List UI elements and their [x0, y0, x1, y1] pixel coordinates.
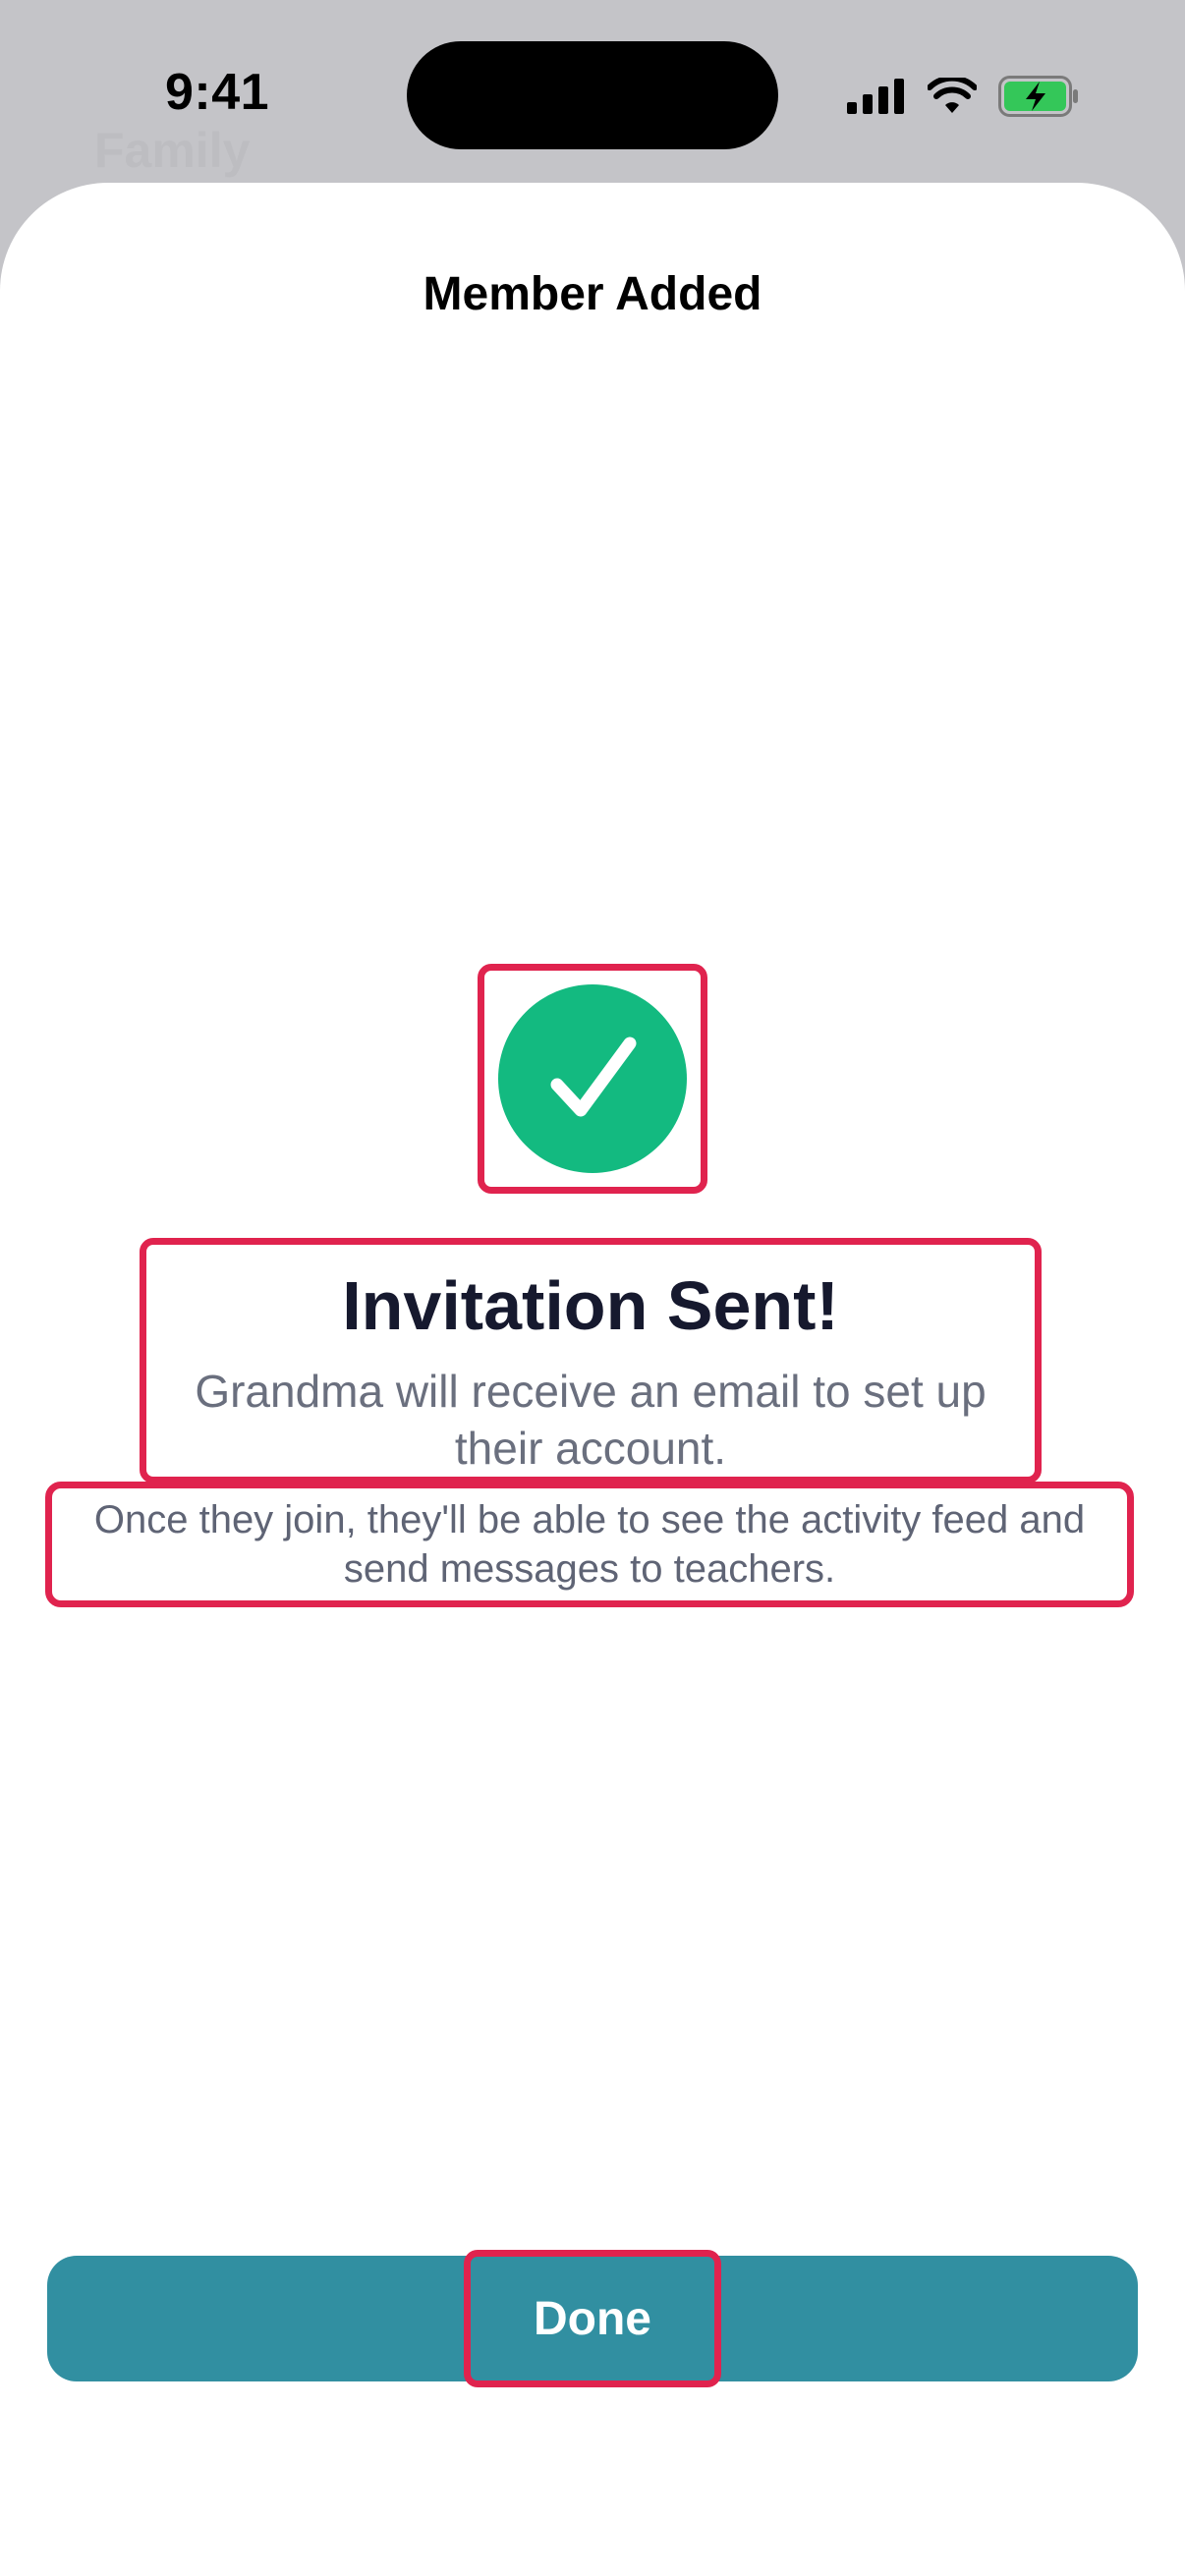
- headline: Invitation Sent!: [342, 1267, 839, 1344]
- done-label: Done: [534, 2292, 651, 2345]
- sheet-title: Member Added: [423, 268, 762, 320]
- confirmation-message: Invitation Sent! Grandma will receive an…: [140, 1238, 1042, 1484]
- success-icon-frame: [478, 964, 707, 1194]
- done-label-frame: Done: [464, 2250, 721, 2387]
- status-icons: [847, 71, 1079, 122]
- checkmark-icon: [550, 1036, 637, 1117]
- note-text: Once they join, they'll be able to see t…: [93, 1498, 1086, 1591]
- wifi-icon: [928, 78, 977, 113]
- done-button[interactable]: Done: [47, 2250, 1138, 2387]
- message-text: Grandma will receive an email to set up …: [195, 1366, 987, 1474]
- status-bar: 9:41: [0, 0, 1185, 187]
- battery-charging-icon: [998, 76, 1078, 117]
- dynamic-island: [407, 41, 778, 149]
- screen: Family 9:41 Member Added Invitation Sent…: [0, 0, 1185, 2576]
- status-time: 9:41: [165, 64, 270, 121]
- info-note: Once they join, they'll be able to see t…: [45, 1482, 1134, 1607]
- signal-icon: [847, 79, 904, 114]
- checkmark-circle-icon: [498, 984, 687, 1173]
- modal-sheet: Member Added Invitation Sent! Grandma wi…: [0, 183, 1185, 2576]
